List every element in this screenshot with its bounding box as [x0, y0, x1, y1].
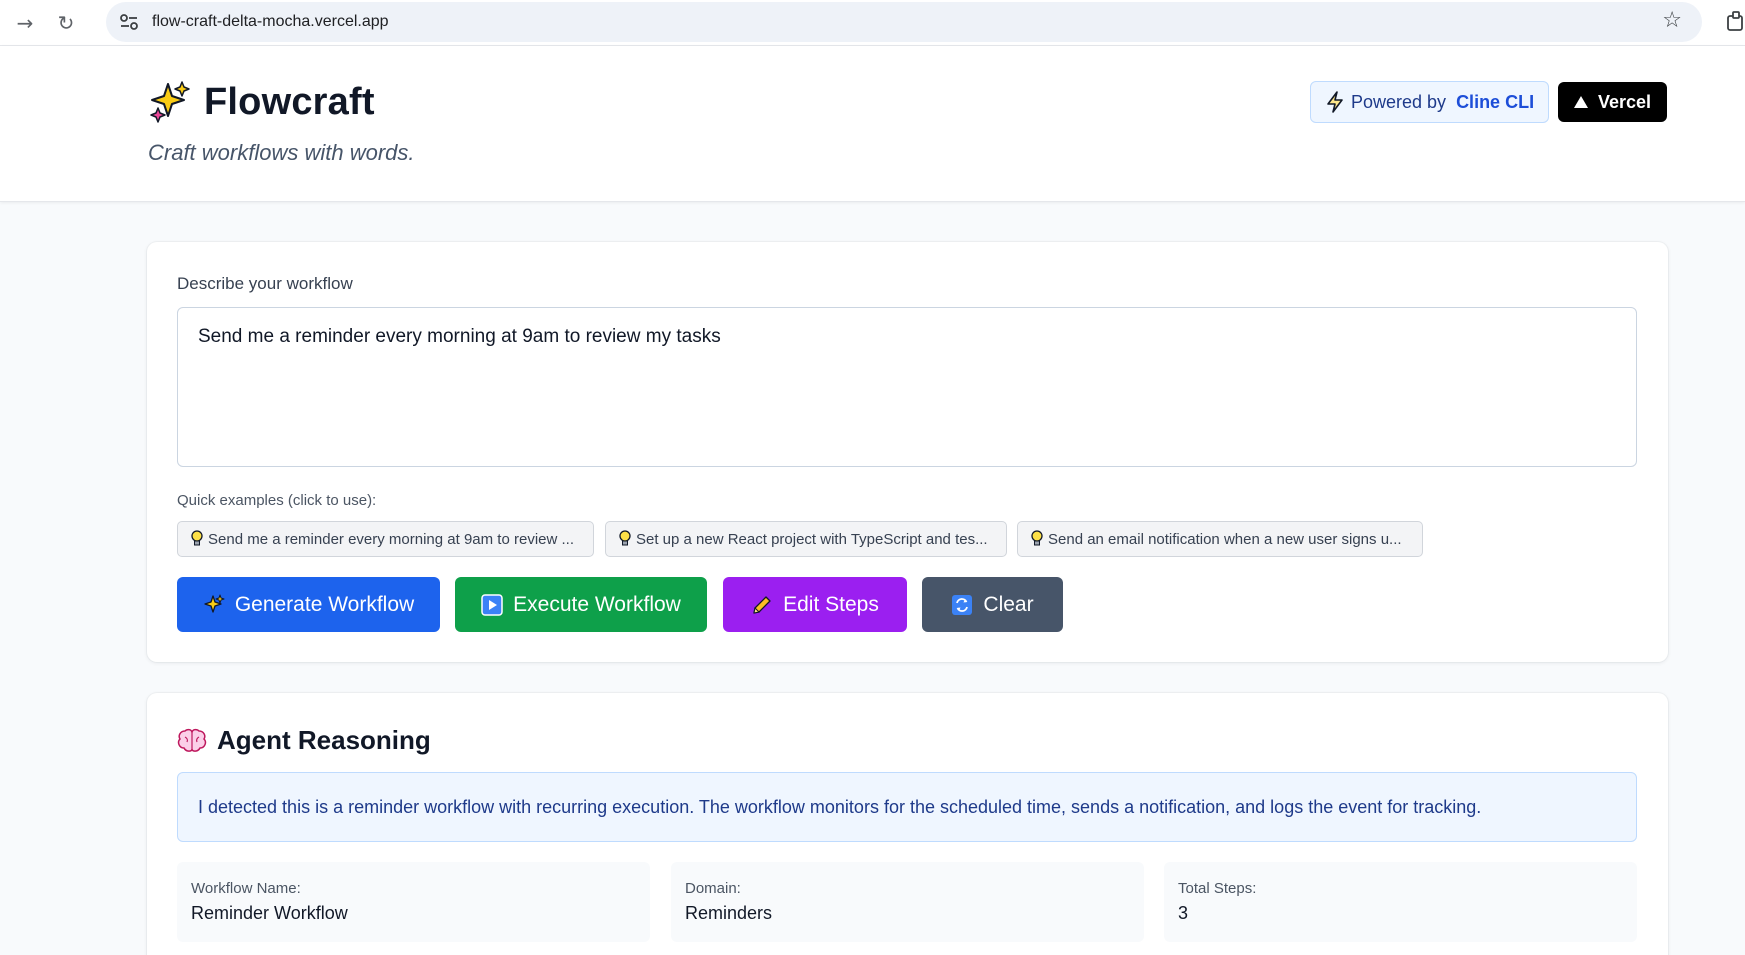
- stat-value: Reminder Workflow: [191, 903, 348, 923]
- forward-icon[interactable]: →: [10, 8, 40, 38]
- pencil-icon: [753, 595, 771, 614]
- stat-workflow-name: Workflow Name: Reminder Workflow: [177, 862, 650, 942]
- reload-icon[interactable]: ↻: [51, 8, 81, 38]
- generate-workflow-label: Generate Workflow: [234, 592, 415, 616]
- reasoning-text: I detected this is a reminder workflow w…: [198, 796, 1482, 817]
- reasoning-text-box: I detected this is a reminder workflow w…: [177, 772, 1637, 842]
- vercel-badge[interactable]: Vercel: [1558, 82, 1668, 122]
- execute-workflow-button[interactable]: Execute Workflow: [455, 577, 707, 632]
- bookmark-star-icon[interactable]: ☆: [1662, 8, 1682, 33]
- agent-reasoning-card: Agent Reasoning I detected this is a rem…: [147, 693, 1668, 955]
- stat-label: Total Steps:: [1178, 880, 1257, 897]
- execute-workflow-label: Execute Workflow: [513, 592, 681, 616]
- site-settings-icon[interactable]: [118, 12, 140, 32]
- stat-domain: Domain: Reminders: [671, 862, 1144, 942]
- brand: Flowcraft: [148, 80, 375, 124]
- workflow-description-textarea[interactable]: [177, 307, 1637, 467]
- lightbulb-icon: [619, 530, 631, 546]
- refresh-icon: [952, 594, 973, 615]
- edit-steps-label: Edit Steps: [783, 592, 879, 616]
- app-header: Flowcraft Craft workflows with words. Po…: [0, 46, 1745, 202]
- workflow-description-label: Describe your workflow: [177, 274, 353, 293]
- address-bar[interactable]: flow-craft-delta-mocha.vercel.app ☆: [106, 2, 1702, 42]
- example-chip-reminder[interactable]: Send me a reminder every morning at 9am …: [177, 521, 594, 557]
- example-chip-text: Set up a new React project with TypeScri…: [636, 530, 988, 548]
- example-chip-text: Send me a reminder every morning at 9am …: [208, 530, 574, 548]
- quick-examples-label: Quick examples (click to use):: [177, 492, 377, 509]
- lightbulb-icon: [1031, 530, 1043, 546]
- agent-reasoning-header: Agent Reasoning: [177, 725, 431, 756]
- url-text[interactable]: flow-craft-delta-mocha.vercel.app: [152, 13, 389, 31]
- powered-by-badge[interactable]: Powered by Cline CLI: [1310, 81, 1550, 123]
- vercel-label: Vercel: [1598, 91, 1652, 112]
- sparkles-icon: [150, 81, 190, 123]
- clear-label: Clear: [983, 592, 1034, 616]
- app-title: Flowcraft: [204, 80, 375, 123]
- stat-value: Reminders: [685, 903, 773, 923]
- edit-steps-button[interactable]: Edit Steps: [723, 577, 907, 632]
- powered-by-name: Cline CLI: [1456, 91, 1535, 112]
- generate-workflow-button[interactable]: Generate Workflow: [177, 577, 440, 632]
- brain-icon: [177, 728, 207, 752]
- example-chip-react[interactable]: Set up a new React project with TypeScri…: [605, 521, 1007, 557]
- app-tagline: Craft workflows with words.: [148, 140, 415, 165]
- stat-total-steps: Total Steps: 3: [1164, 862, 1637, 942]
- browser-toolbar: → ↻ flow-craft-delta-mocha.vercel.app ☆: [0, 0, 1745, 46]
- extensions-icon[interactable]: [1724, 10, 1745, 34]
- lightning-bolt-icon: [1327, 91, 1343, 113]
- stat-label: Domain:: [685, 880, 741, 897]
- powered-by-label: Powered by: [1351, 91, 1447, 112]
- stat-label: Workflow Name:: [191, 880, 301, 897]
- clear-button[interactable]: Clear: [922, 577, 1063, 632]
- workflow-input-card: Describe your workflow Quick examples (c…: [147, 242, 1668, 662]
- vercel-triangle-icon: [1574, 96, 1588, 108]
- example-chip-email[interactable]: Send an email notification when a new us…: [1017, 521, 1423, 557]
- play-icon: [481, 593, 503, 616]
- sparkles-icon: [204, 594, 225, 613]
- agent-reasoning-title: Agent Reasoning: [217, 725, 431, 755]
- example-chip-text: Send an email notification when a new us…: [1048, 530, 1402, 548]
- lightbulb-icon: [191, 530, 203, 546]
- stat-value: 3: [1178, 903, 1189, 923]
